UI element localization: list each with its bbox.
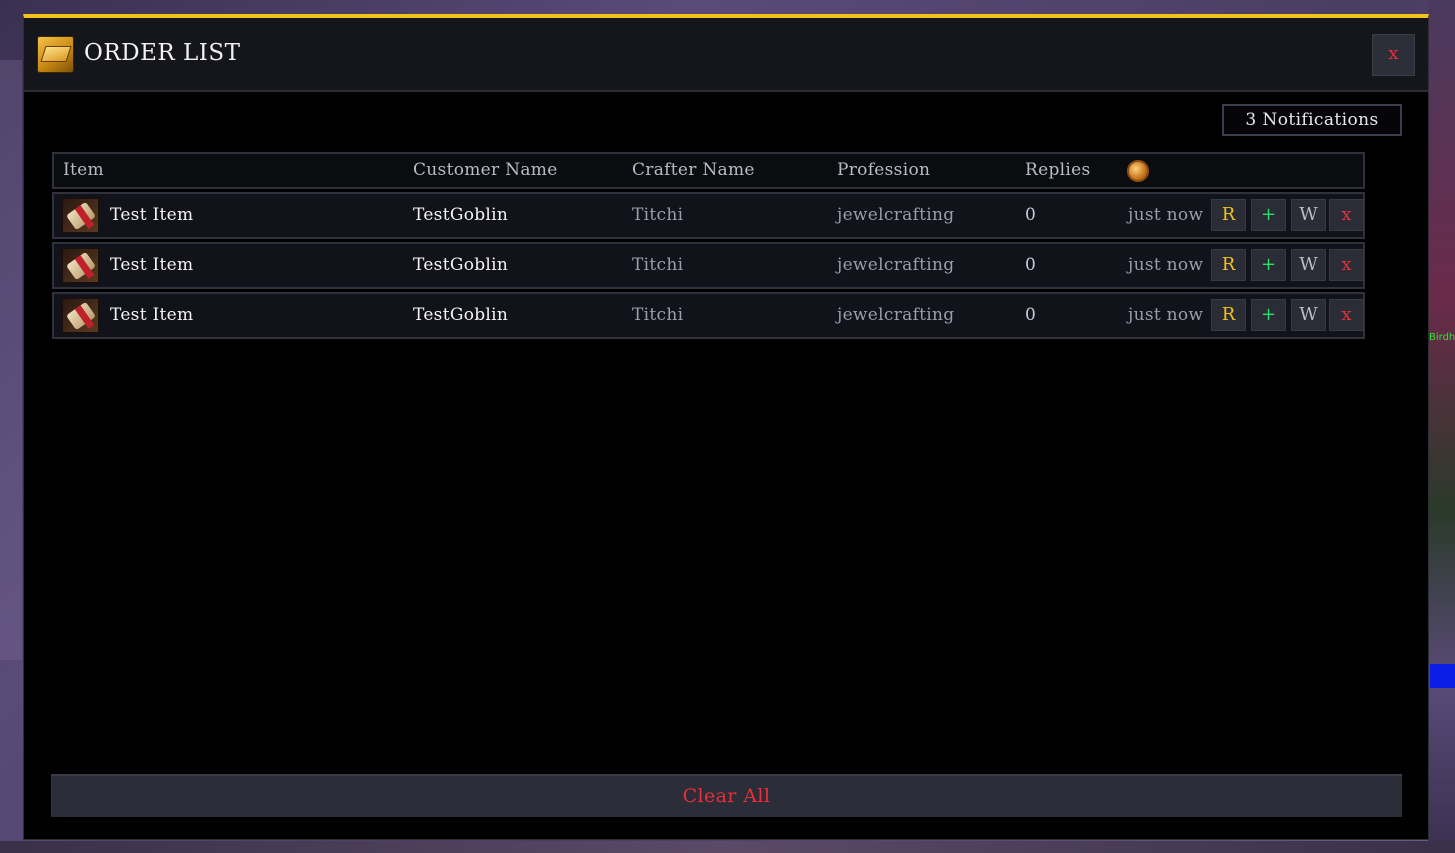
remove-button[interactable]: x bbox=[1329, 249, 1364, 281]
close-button[interactable]: x bbox=[1372, 34, 1415, 76]
table-row[interactable]: Test Item TestGoblin Titchi jewelcraftin… bbox=[52, 192, 1365, 239]
table-header: Item Customer Name Crafter Name Professi… bbox=[52, 152, 1365, 189]
header-profession[interactable]: Profession bbox=[837, 160, 930, 180]
reply-button[interactable]: R bbox=[1211, 199, 1246, 231]
background-scenery bbox=[0, 60, 22, 660]
table-row[interactable]: Test Item TestGoblin Titchi jewelcraftin… bbox=[52, 292, 1365, 339]
scroll-icon[interactable] bbox=[62, 198, 99, 233]
time-ago: just now bbox=[1128, 255, 1204, 275]
whisper-button[interactable]: W bbox=[1291, 299, 1326, 331]
titlebar[interactable]: ORDER LIST x bbox=[24, 18, 1428, 92]
crafter-name: Titchi bbox=[632, 255, 684, 275]
clock-icon[interactable] bbox=[1127, 160, 1149, 182]
window-title: ORDER LIST bbox=[84, 40, 241, 66]
orders-table: Item Customer Name Crafter Name Professi… bbox=[52, 152, 1365, 339]
item-name[interactable]: Test Item bbox=[110, 305, 193, 325]
game-world-bottom bbox=[0, 841, 1455, 853]
time-ago: just now bbox=[1128, 205, 1204, 225]
header-replies[interactable]: Replies bbox=[1025, 160, 1091, 180]
profession: jewelcrafting bbox=[837, 305, 955, 325]
customer-name: TestGoblin bbox=[413, 205, 509, 225]
scroll-icon[interactable] bbox=[62, 298, 99, 333]
header-item[interactable]: Item bbox=[63, 160, 104, 180]
reply-count: 0 bbox=[1025, 305, 1037, 325]
profession: jewelcrafting bbox=[837, 205, 955, 225]
nameplate-text: Birdh ogrif bbox=[1429, 332, 1455, 343]
remove-button[interactable]: x bbox=[1329, 299, 1364, 331]
scroll-icon[interactable] bbox=[62, 248, 99, 283]
crafter-name: Titchi bbox=[632, 205, 684, 225]
game-world-edge bbox=[1428, 0, 1455, 853]
profession: jewelcrafting bbox=[837, 255, 955, 275]
whisper-button[interactable]: W bbox=[1291, 249, 1326, 281]
order-list-window: ORDER LIST x 3 Notifications Item Custom… bbox=[23, 14, 1429, 840]
reply-count: 0 bbox=[1025, 205, 1037, 225]
reply-button[interactable]: R bbox=[1211, 299, 1246, 331]
customer-name: TestGoblin bbox=[413, 305, 509, 325]
customer-name: TestGoblin bbox=[413, 255, 509, 275]
clear-all-button[interactable]: Clear All bbox=[51, 774, 1402, 817]
add-button[interactable]: + bbox=[1251, 249, 1286, 281]
reply-count: 0 bbox=[1025, 255, 1037, 275]
notifications-button[interactable]: 3 Notifications bbox=[1222, 104, 1402, 136]
add-button[interactable]: + bbox=[1251, 199, 1286, 231]
remove-button[interactable]: x bbox=[1329, 199, 1364, 231]
item-name[interactable]: Test Item bbox=[110, 205, 193, 225]
item-name[interactable]: Test Item bbox=[110, 255, 193, 275]
ui-fragment bbox=[1430, 664, 1455, 688]
header-customer-name[interactable]: Customer Name bbox=[413, 160, 558, 180]
reply-button[interactable]: R bbox=[1211, 249, 1246, 281]
add-button[interactable]: + bbox=[1251, 299, 1286, 331]
crafter-name: Titchi bbox=[632, 305, 684, 325]
time-ago: just now bbox=[1128, 305, 1204, 325]
letter-icon bbox=[37, 36, 74, 73]
header-crafter-name[interactable]: Crafter Name bbox=[632, 160, 755, 180]
table-row[interactable]: Test Item TestGoblin Titchi jewelcraftin… bbox=[52, 242, 1365, 289]
whisper-button[interactable]: W bbox=[1291, 199, 1326, 231]
